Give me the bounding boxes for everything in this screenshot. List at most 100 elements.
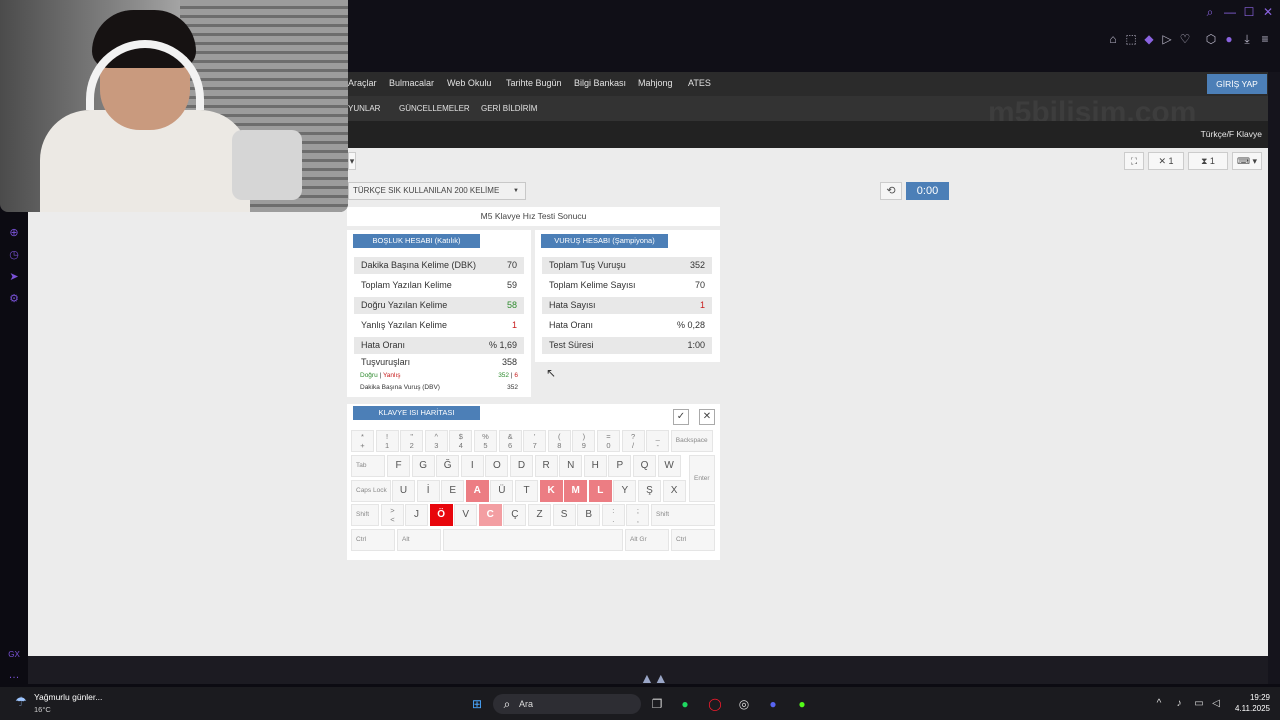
nav-item[interactable]: ATES (688, 78, 711, 88)
history-icon[interactable]: ◷ (7, 248, 21, 262)
download-icon[interactable]: ⤓ (1240, 32, 1254, 46)
check-button[interactable]: ✓ (673, 409, 689, 425)
dbv-value: 352 (507, 384, 518, 391)
send-icon[interactable]: ➤ (7, 270, 21, 284)
discord-icon[interactable]: ● (764, 695, 782, 713)
stat-row: Hata Oranı% 0,28 (549, 320, 705, 330)
gx-icon[interactable]: GX (7, 648, 21, 662)
tray-expand-icon[interactable]: ^ (1150, 695, 1168, 713)
mic-icon[interactable]: ♪ (1170, 695, 1188, 713)
key-number: & 6 (498, 430, 522, 452)
subnav-item[interactable]: GERİ BİLDİRİM (481, 104, 537, 113)
add-icon[interactable]: ⊕ (7, 226, 21, 240)
play-icon[interactable]: ▷ (1160, 32, 1174, 46)
start-icon[interactable]: ⊞ (468, 695, 486, 713)
weather-icon[interactable]: ☂ (12, 693, 30, 711)
key-letter: F (387, 455, 410, 477)
hourglass-icon: ⧗ (1201, 156, 1208, 166)
more-icon[interactable]: … (7, 668, 21, 682)
key-letter: İ (416, 480, 440, 502)
task-view-icon[interactable]: ❐ (648, 695, 666, 713)
shield-icon[interactable]: ◆ (1142, 32, 1156, 46)
key-backspace: Backspace (670, 430, 713, 452)
search-icon[interactable]: ⌕ (1203, 5, 1217, 19)
word-list-select[interactable]: TÜRKÇE SIK KULLANILAN 200 KELİME ▼ (348, 182, 526, 200)
extensions-icon[interactable]: ⬡ (1204, 32, 1218, 46)
stat-row: Hata Oranı% 1,69 (354, 337, 524, 354)
key-ctrl-left: Ctrl (351, 529, 395, 551)
nav-item[interactable]: Bilgi Bankası (574, 78, 626, 88)
restart-button[interactable]: ⟲ (880, 182, 902, 200)
timer-button[interactable]: ⧗ 1 (1188, 152, 1228, 170)
key-letter: L (588, 480, 612, 502)
login-button[interactable]: GİRİŞ YAP (1207, 74, 1267, 94)
key-caps-lock: Caps Lock (351, 480, 391, 502)
profile-icon[interactable]: ● (1222, 32, 1236, 46)
dbv-label: Dakika Başına Vuruş (DBV) (360, 384, 440, 391)
scrollbar[interactable] (1268, 72, 1280, 684)
settings-icon[interactable]: ⚙ (7, 292, 21, 306)
opera-gx-icon[interactable]: ◯ (706, 695, 724, 713)
maximize-icon[interactable]: ☐ (1242, 5, 1256, 19)
key-letter: Ö (429, 504, 453, 526)
errors-button[interactable]: ✕ 1 (1148, 152, 1184, 170)
stat-row: Toplam Yazılan Kelime 59 (361, 280, 517, 290)
check-icon: ✓ (676, 411, 686, 422)
key-letter: R (534, 455, 558, 477)
fullscreen-button[interactable]: ⛶ (1124, 152, 1144, 170)
subnav-item[interactable]: YUNLAR (348, 104, 380, 113)
key-number: _ - (646, 430, 670, 452)
nav-item[interactable]: Tarihte Bugün (506, 78, 562, 88)
correct-wrong-labels: Doğru | Yanlış (360, 372, 401, 379)
timer-display: 0:00 (906, 182, 949, 200)
key-shift-right: Shift (651, 504, 715, 526)
kick-icon[interactable]: ● (793, 695, 811, 713)
key-letter: D (510, 455, 533, 477)
heart-icon[interactable]: ♡ (1178, 32, 1192, 46)
clock[interactable]: 19:29 4.11.2025 (1218, 692, 1270, 714)
snapshot-icon[interactable]: ⬚ (1124, 32, 1138, 46)
key-number: ) 9 (572, 430, 596, 452)
key-number: ' 7 (523, 430, 547, 452)
keyboard-menu-button[interactable]: ⌨ ▾ (1232, 152, 1262, 170)
key-alt: Alt (397, 529, 441, 551)
key-letter: V (454, 504, 478, 526)
nav-item[interactable]: Bulmacalar (389, 78, 434, 88)
correct-wrong-values: 352 | 6 (498, 372, 518, 379)
key-tab: Tab (351, 455, 385, 477)
close-heatmap-button[interactable]: ✕ (699, 409, 715, 425)
subnav-item[interactable]: GÜNCELLEMELER (399, 104, 470, 113)
key-number: * + (351, 430, 374, 452)
collapse-button[interactable]: ▾ (348, 152, 356, 170)
key-letter: G (411, 455, 435, 477)
bookmark-icon[interactable]: ⌂ (1106, 32, 1120, 46)
close-window-icon[interactable]: ✕ (1261, 5, 1275, 19)
keyboard-layout-label[interactable]: Türkçe/F Klavye (1140, 129, 1262, 139)
key-enter: Enter (689, 455, 715, 502)
heatmap-tag: KLAVYE ISI HARİTASI (353, 406, 480, 420)
stat-row: Test Süresi 1:00 (542, 337, 712, 354)
menu-icon[interactable]: ≡ (1258, 32, 1272, 46)
weather-text[interactable]: Yağmurlu günler... (34, 692, 102, 702)
minimize-icon[interactable]: — (1223, 5, 1237, 19)
key-letter: H (583, 455, 607, 477)
key-letter: Ğ (436, 455, 460, 477)
nav-item[interactable]: Araçlar (348, 78, 377, 88)
nav-item[interactable]: Web Okulu (447, 78, 491, 88)
app-icon[interactable]: ◎ (735, 695, 753, 713)
key-letter: Ç (503, 504, 527, 526)
key-dot: :. (601, 504, 625, 526)
key-letter: Ü (490, 480, 514, 502)
key-letter: Q (633, 455, 656, 477)
stat-row: Yanlış Yazılan Kelime 1 (361, 320, 517, 330)
nav-item[interactable]: Mahjong (638, 78, 673, 88)
key-number: $4 (449, 430, 473, 452)
key-number: (8 (547, 430, 571, 452)
key-number: = 0 (597, 430, 620, 452)
network-icon[interactable]: ▭ (1190, 695, 1208, 713)
key-letter: C (478, 504, 502, 526)
key-number: ! 1 (375, 430, 399, 452)
key-letter: Ş (638, 480, 661, 502)
spotify-icon[interactable]: ● (676, 695, 694, 713)
key-letter: U (392, 480, 415, 502)
